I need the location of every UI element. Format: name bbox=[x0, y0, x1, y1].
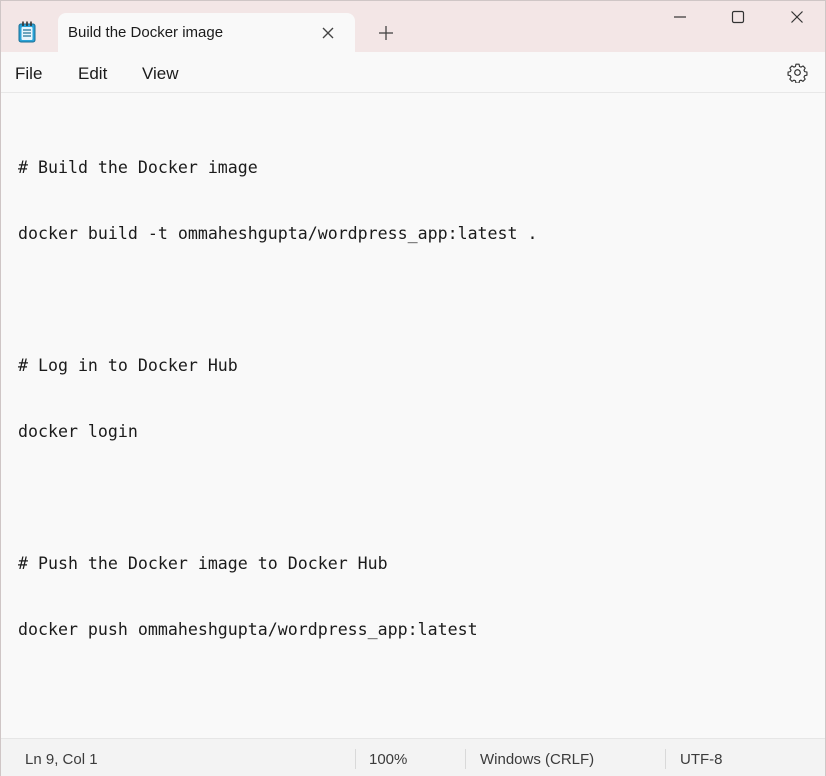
minimize-icon bbox=[673, 10, 687, 29]
editor-line: docker login bbox=[18, 422, 138, 441]
editor-line: # Build the Docker image bbox=[18, 158, 258, 177]
editor-content: # Build the Docker image docker build -t… bbox=[18, 113, 538, 685]
tab-title: Build the Docker image bbox=[68, 24, 224, 41]
editor-line: docker push ommaheshgupta/wordpress_app:… bbox=[18, 620, 478, 639]
editor-line: # Log in to Docker Hub bbox=[18, 356, 238, 375]
close-icon bbox=[790, 10, 804, 29]
minimize-button[interactable] bbox=[651, 1, 709, 37]
title-bar: Build the Docker image bbox=[1, 1, 825, 52]
maximize-button[interactable] bbox=[709, 1, 767, 37]
close-window-button[interactable] bbox=[768, 1, 826, 37]
tab-close-icon[interactable] bbox=[320, 25, 336, 41]
menu-file[interactable]: File bbox=[15, 64, 42, 84]
cursor-position: Ln 9, Col 1 bbox=[25, 751, 98, 768]
status-divider bbox=[665, 749, 666, 769]
notepad-icon bbox=[18, 21, 36, 43]
maximize-icon bbox=[731, 10, 745, 29]
encoding[interactable]: UTF-8 bbox=[680, 751, 723, 768]
line-ending[interactable]: Windows (CRLF) bbox=[480, 751, 594, 768]
gear-icon[interactable] bbox=[787, 62, 808, 84]
editor-line: docker build -t ommaheshgupta/wordpress_… bbox=[18, 224, 538, 243]
zoom-level[interactable]: 100% bbox=[369, 751, 407, 768]
tab-document[interactable]: Build the Docker image bbox=[58, 13, 355, 52]
status-divider bbox=[355, 749, 356, 769]
menu-view[interactable]: View bbox=[142, 64, 179, 84]
status-bar: Ln 9, Col 1 100% Windows (CRLF) UTF-8 bbox=[1, 738, 825, 776]
menu-edit[interactable]: Edit bbox=[78, 64, 107, 84]
menu-bar: File Edit View bbox=[1, 52, 825, 93]
editor-line: # Push the Docker image to Docker Hub bbox=[18, 554, 388, 573]
status-divider bbox=[465, 749, 466, 769]
text-editor[interactable]: # Build the Docker image docker build -t… bbox=[1, 93, 825, 738]
new-tab-plus-icon[interactable] bbox=[377, 24, 395, 42]
notepad-window: Build the Docker image File Edit View # … bbox=[0, 0, 826, 776]
